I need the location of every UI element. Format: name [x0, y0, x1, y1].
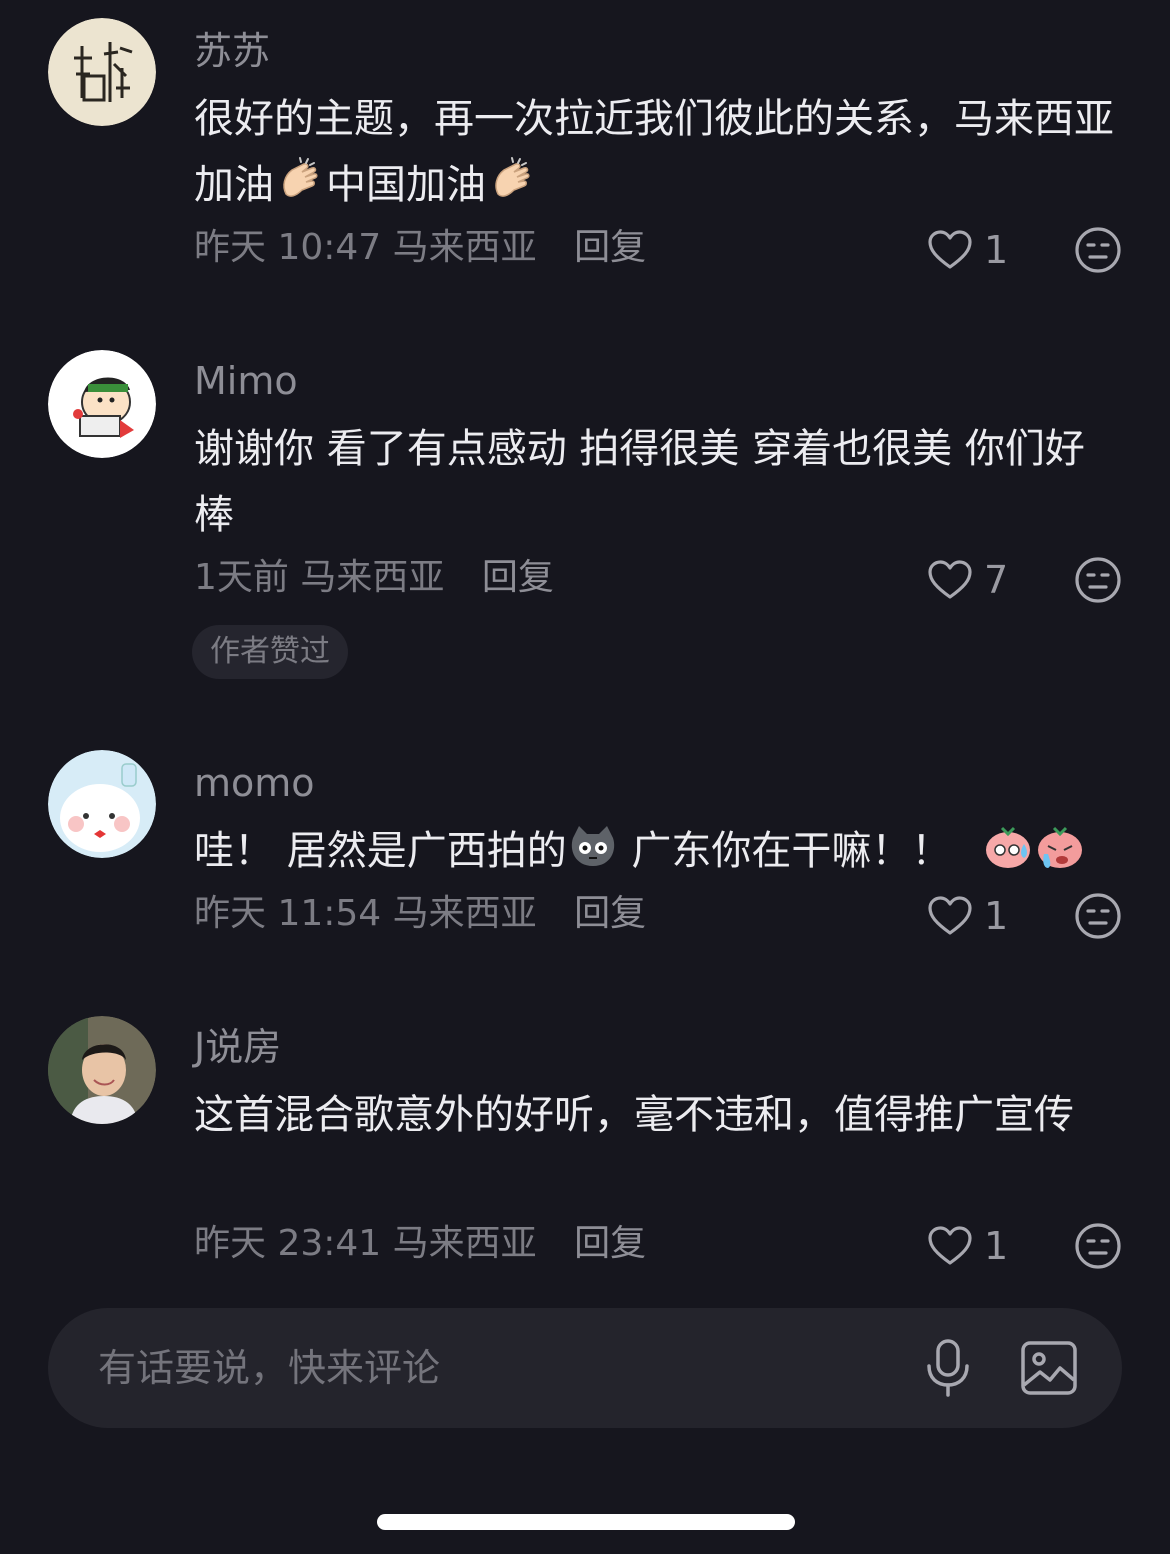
like-count: 7 — [984, 558, 1009, 602]
like-button[interactable]: 1 — [926, 1222, 1008, 1270]
reply-button[interactable]: 回复 — [482, 557, 554, 598]
comment-text: 这首混合歌意外的好听，毫不违和，值得推广宣传 — [194, 1092, 1074, 1138]
comment-input-bar[interactable]: 有话要说，快来评论 — [48, 1308, 1122, 1428]
comment-time: 昨天 11:54 — [194, 893, 382, 934]
comment-text: 很好的主题，再一次拉近我们彼此的关系，马来西亚加油 中国加油 — [194, 86, 1114, 218]
comment-meta: 1天前 马来西亚 回复 — [194, 556, 554, 600]
comment-location: 马来西亚 — [392, 227, 537, 268]
comment-time: 昨天 10:47 — [194, 227, 382, 268]
author-liked-badge: 作者赞过 — [192, 625, 348, 679]
reply-button[interactable]: 回复 — [574, 893, 646, 934]
cartoon-boy-avatar-icon — [48, 350, 156, 458]
comment-meta: 昨天 10:47 马来西亚 回复 — [194, 226, 646, 270]
heart-icon — [926, 892, 974, 940]
comment-time: 昨天 23:41 — [194, 1223, 382, 1264]
like-count: 1 — [984, 894, 1009, 938]
comment-text-part: 哇！ 居然是广西拍的 — [194, 828, 567, 874]
username[interactable]: momo — [194, 761, 315, 805]
like-button[interactable]: 7 — [926, 556, 1008, 604]
comment-meta: 昨天 11:54 马来西亚 回复 — [194, 892, 646, 936]
comment-time: 1天前 — [194, 557, 289, 598]
heart-icon — [926, 1222, 974, 1270]
white-blob-avatar-icon — [48, 750, 156, 858]
comment-location: 马来西亚 — [300, 557, 445, 598]
meh-face-icon[interactable] — [1074, 1222, 1122, 1270]
username[interactable]: Mimo — [194, 359, 298, 403]
photo-portrait-avatar-icon — [48, 1016, 156, 1124]
username[interactable]: 苏苏 — [194, 29, 270, 73]
avatar[interactable] — [48, 750, 156, 858]
clapping-hands-emoji-icon — [486, 154, 538, 206]
like-button[interactable]: 1 — [926, 892, 1008, 940]
avatar[interactable] — [48, 18, 156, 126]
meh-face-icon[interactable] — [1074, 226, 1122, 274]
meh-face-icon[interactable] — [1074, 556, 1122, 604]
home-indicator — [377, 1514, 795, 1530]
comment-text-part: 中国加油 — [326, 162, 486, 208]
comment-location: 马来西亚 — [392, 893, 537, 934]
shocked-cat-emoji-icon — [571, 826, 614, 866]
like-count: 1 — [984, 228, 1009, 272]
heart-icon — [926, 226, 974, 274]
comment-text: 谢谢你 看了有点感动 拍得很美 穿着也很美 你们好棒 — [194, 426, 1085, 538]
comment-text-part: 广东你在干嘛！！ — [618, 828, 952, 874]
clapping-hands-emoji-icon — [274, 154, 326, 206]
heart-icon — [926, 556, 974, 604]
avatar[interactable] — [48, 1016, 156, 1124]
comment-meta: 昨天 23:41 马来西亚 回复 — [194, 1222, 646, 1266]
comment-location: 马来西亚 — [392, 1223, 537, 1264]
like-count: 1 — [984, 1224, 1009, 1268]
crying-blob-emoji-icon — [1038, 826, 1083, 868]
comment-input-placeholder[interactable]: 有话要说，快来评论 — [98, 1344, 440, 1392]
avatar[interactable] — [48, 350, 156, 458]
like-button[interactable]: 1 — [926, 226, 1008, 274]
seal-calligraphy-avatar-icon — [48, 18, 156, 126]
comment-text: 哇！ 居然是广西拍的 广东你在干嘛！！ — [194, 818, 1114, 884]
reply-button[interactable]: 回复 — [574, 227, 646, 268]
username[interactable]: J说房 — [194, 1025, 281, 1069]
microphone-icon[interactable] — [922, 1338, 974, 1398]
image-icon[interactable] — [1020, 1340, 1078, 1396]
meh-face-icon[interactable] — [1074, 892, 1122, 940]
reply-button[interactable]: 回复 — [574, 1223, 646, 1264]
sweating-blob-emoji-icon — [986, 826, 1031, 868]
